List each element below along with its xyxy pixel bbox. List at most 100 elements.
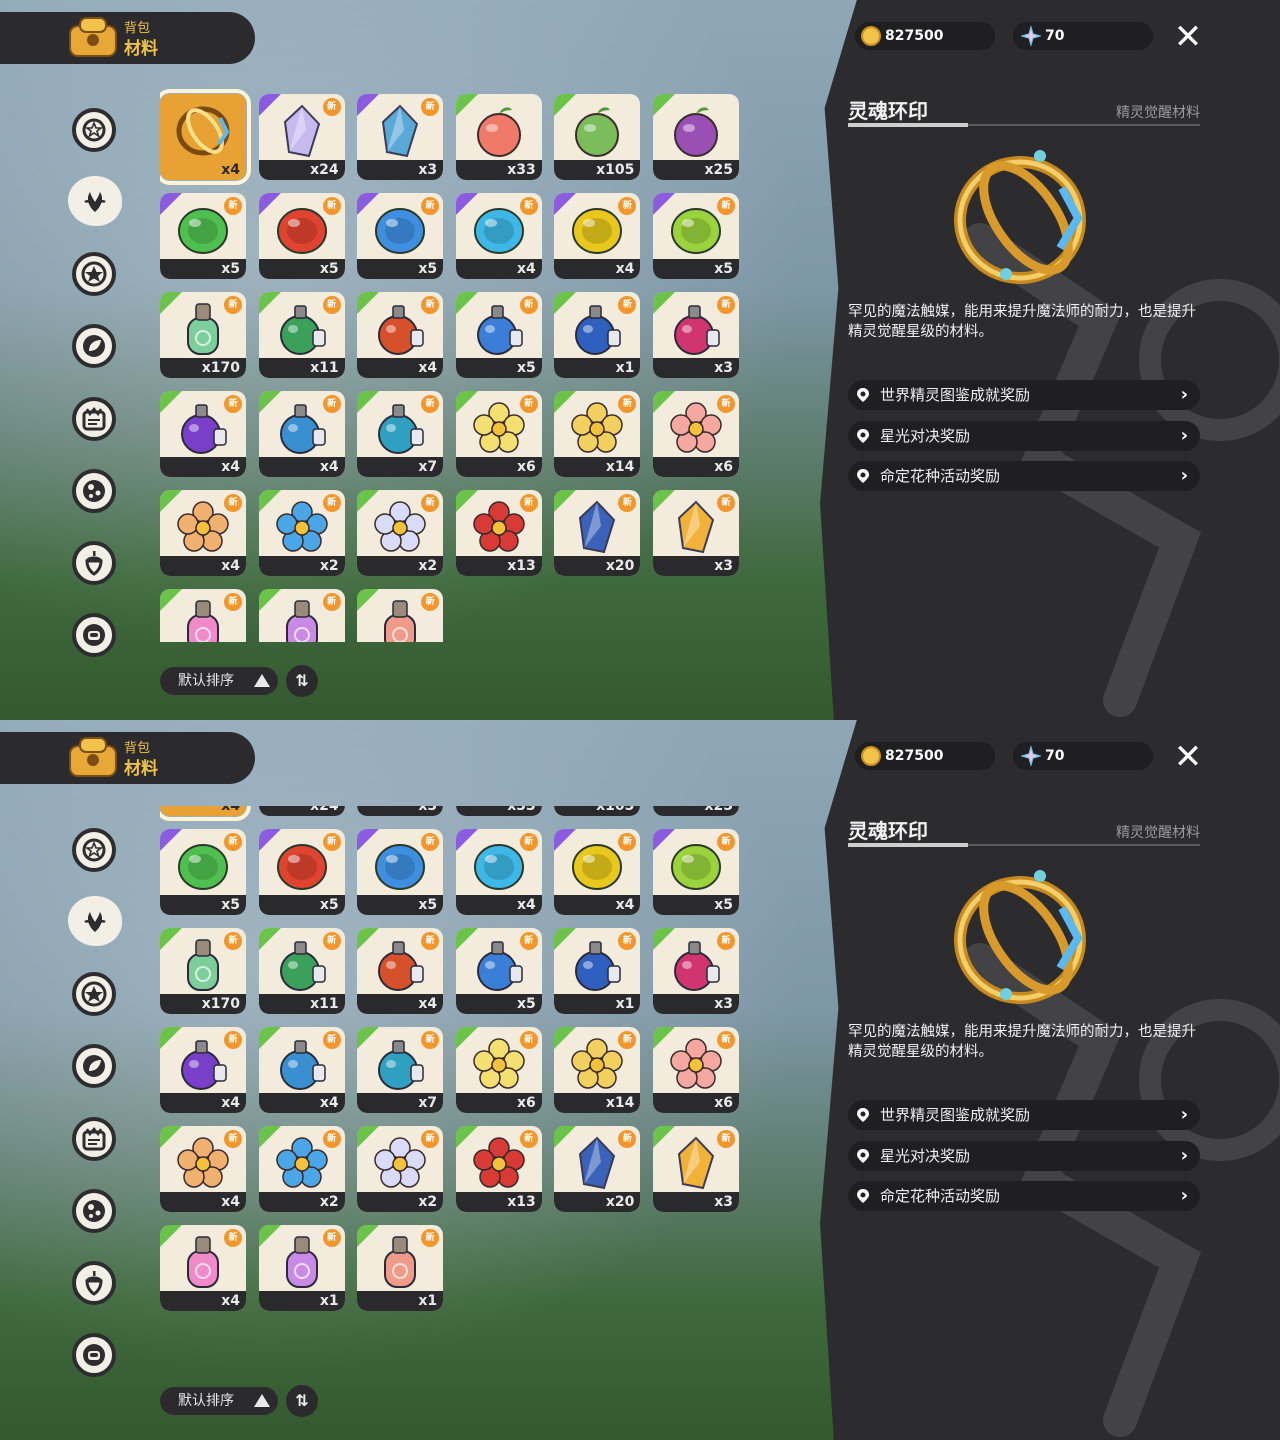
item-slot[interactable]: x33 xyxy=(455,806,542,816)
category-tab-chair[interactable] xyxy=(72,613,116,657)
category-tab-acorn[interactable] xyxy=(72,1261,116,1305)
item-slot[interactable]: 新 x5 xyxy=(652,193,739,279)
item-slot[interactable]: 新 x5 xyxy=(258,829,345,915)
source-link[interactable]: 世界精灵图鉴成就奖励 › xyxy=(848,1100,1200,1130)
close-icon[interactable]: ✕ xyxy=(1171,740,1205,774)
item-slot[interactable]: 新 x6 xyxy=(652,1027,739,1113)
item-slot[interactable]: 新x4 xyxy=(357,292,444,378)
item-slot[interactable]: x105 xyxy=(554,806,641,816)
item-slot[interactable]: 新x3 xyxy=(652,490,739,576)
category-tab-leaf[interactable] xyxy=(72,1044,116,1088)
category-tab-star-ring[interactable] xyxy=(72,252,116,296)
item-slot[interactable]: 新x1 xyxy=(357,1225,444,1311)
item-slot[interactable]: 新x1 xyxy=(258,1225,345,1311)
item-slot[interactable]: 新x1 xyxy=(258,589,345,642)
item-slot[interactable]: 新 x170 xyxy=(160,292,246,378)
item-slot[interactable]: 新x4 xyxy=(160,490,246,576)
item-slot[interactable]: 新 x14 xyxy=(554,391,641,477)
category-tab-star-ring[interactable] xyxy=(72,972,116,1016)
category-tab-dots-ball[interactable] xyxy=(72,1189,116,1233)
category-tab-chair[interactable] xyxy=(72,1333,116,1377)
sort-order-button[interactable]: ⇅ xyxy=(286,665,318,697)
item-slot[interactable]: 新x1 xyxy=(554,292,641,378)
item-slot[interactable]: 新 x14 xyxy=(554,1027,641,1113)
item-slot-selected[interactable]: x4 xyxy=(160,806,251,821)
source-link[interactable]: 星光对决奖励 › xyxy=(848,421,1200,451)
item-quantity: x5 xyxy=(455,358,542,378)
item-slot[interactable]: 新 x6 xyxy=(455,1027,542,1113)
item-slot[interactable]: 新x4 xyxy=(160,391,246,477)
item-slot[interactable]: 新 x5 xyxy=(160,829,246,915)
item-slot[interactable]: 新x4 xyxy=(160,1126,246,1212)
item-slot[interactable]: 新 x5 xyxy=(258,193,345,279)
item-slot[interactable]: 新 x5 xyxy=(652,829,739,915)
item-slot[interactable]: 新 x11 xyxy=(258,292,345,378)
item-slot[interactable]: 新 x5 xyxy=(455,292,542,378)
item-slot[interactable]: x105 xyxy=(554,94,641,180)
item-slot[interactable]: 新x3 xyxy=(652,928,739,1014)
item-slot[interactable]: 新x4 xyxy=(258,1027,345,1113)
item-slot[interactable]: 新 x7 xyxy=(357,1027,444,1113)
category-tab-dots-ball[interactable] xyxy=(72,469,116,513)
sort-dropdown[interactable]: 默认排序 xyxy=(160,667,278,695)
item-slot[interactable]: 新 x7 xyxy=(357,391,444,477)
item-slot[interactable]: 新 x5 xyxy=(357,193,444,279)
item-slot[interactable]: 新x4 xyxy=(554,193,641,279)
item-slot[interactable]: x25 xyxy=(652,94,739,180)
item-slot[interactable]: 新x24 xyxy=(258,806,345,816)
sort-order-button[interactable]: ⇅ xyxy=(286,1385,318,1417)
item-slot[interactable]: 新 x6 xyxy=(652,391,739,477)
category-tab-star-badge[interactable] xyxy=(72,828,116,872)
category-tab-star-badge[interactable] xyxy=(72,108,116,152)
item-quantity: x1 xyxy=(357,1291,444,1311)
item-quantity: x5 xyxy=(258,259,345,279)
item-slot[interactable]: 新x4 xyxy=(258,391,345,477)
item-slot[interactable]: 新x4 xyxy=(160,1027,246,1113)
category-tab-acorn[interactable] xyxy=(72,541,116,585)
close-icon[interactable]: ✕ xyxy=(1171,20,1205,54)
item-slot[interactable]: 新x1 xyxy=(357,589,444,642)
item-slot[interactable]: 新x4 xyxy=(160,1225,246,1311)
item-slot[interactable]: 新 x5 xyxy=(455,928,542,1014)
item-slot[interactable]: 新 x13 xyxy=(455,490,542,576)
source-link[interactable]: 命定花种活动奖励 › xyxy=(848,461,1200,491)
item-slot[interactable]: 新 x2 xyxy=(357,1126,444,1212)
item-slot[interactable]: 新x4 xyxy=(455,193,542,279)
sort-dropdown[interactable]: 默认排序 xyxy=(160,1387,278,1415)
category-tab-crown-scroll[interactable] xyxy=(72,397,116,441)
item-slot[interactable]: 新 x5 xyxy=(357,829,444,915)
item-slot[interactable]: x33 xyxy=(455,94,542,180)
category-tab-crown-scroll[interactable] xyxy=(72,1117,116,1161)
item-slot[interactable]: 新 x2 xyxy=(258,490,345,576)
item-slot[interactable]: 新x24 xyxy=(258,94,345,180)
source-link[interactable]: 星光对决奖励 › xyxy=(848,1141,1200,1171)
source-label: 命定花种活动奖励 xyxy=(880,1187,1001,1205)
item-slot[interactable]: 新 x2 xyxy=(258,1126,345,1212)
item-slot[interactable]: 新 x2 xyxy=(357,490,444,576)
item-slot[interactable]: 新x4 xyxy=(554,829,641,915)
category-tab-leaf-spirit[interactable] xyxy=(68,896,122,946)
item-slot[interactable]: 新 x6 xyxy=(455,391,542,477)
item-slot[interactable]: 新 x11 xyxy=(258,928,345,1014)
item-slot[interactable]: 新 x20 xyxy=(554,490,641,576)
item-slot[interactable]: x25 xyxy=(652,806,739,816)
item-slot[interactable]: 新x1 xyxy=(554,928,641,1014)
item-slot[interactable]: 新x3 xyxy=(652,1126,739,1212)
item-slot[interactable]: 新 x20 xyxy=(554,1126,641,1212)
category-tab-leaf-spirit[interactable] xyxy=(68,176,122,226)
item-slot-selected[interactable]: x4 xyxy=(160,89,251,185)
item-slot[interactable]: 新x4 xyxy=(160,589,246,642)
potion-icon xyxy=(279,305,326,355)
item-slot[interactable]: 新x3 xyxy=(652,292,739,378)
item-slot[interactable]: 新 x13 xyxy=(455,1126,542,1212)
source-link[interactable]: 世界精灵图鉴成就奖励 › xyxy=(848,380,1200,410)
item-slot[interactable]: 新x4 xyxy=(455,829,542,915)
item-quantity: x4 xyxy=(221,162,240,178)
item-slot[interactable]: 新 x5 xyxy=(160,193,246,279)
source-link[interactable]: 命定花种活动奖励 › xyxy=(848,1181,1200,1211)
item-slot[interactable]: 新x4 xyxy=(357,928,444,1014)
category-tab-leaf[interactable] xyxy=(72,324,116,368)
item-slot[interactable]: 新 x170 xyxy=(160,928,246,1014)
item-slot[interactable]: 新x3 xyxy=(357,94,444,180)
item-slot[interactable]: 新x3 xyxy=(357,806,444,816)
